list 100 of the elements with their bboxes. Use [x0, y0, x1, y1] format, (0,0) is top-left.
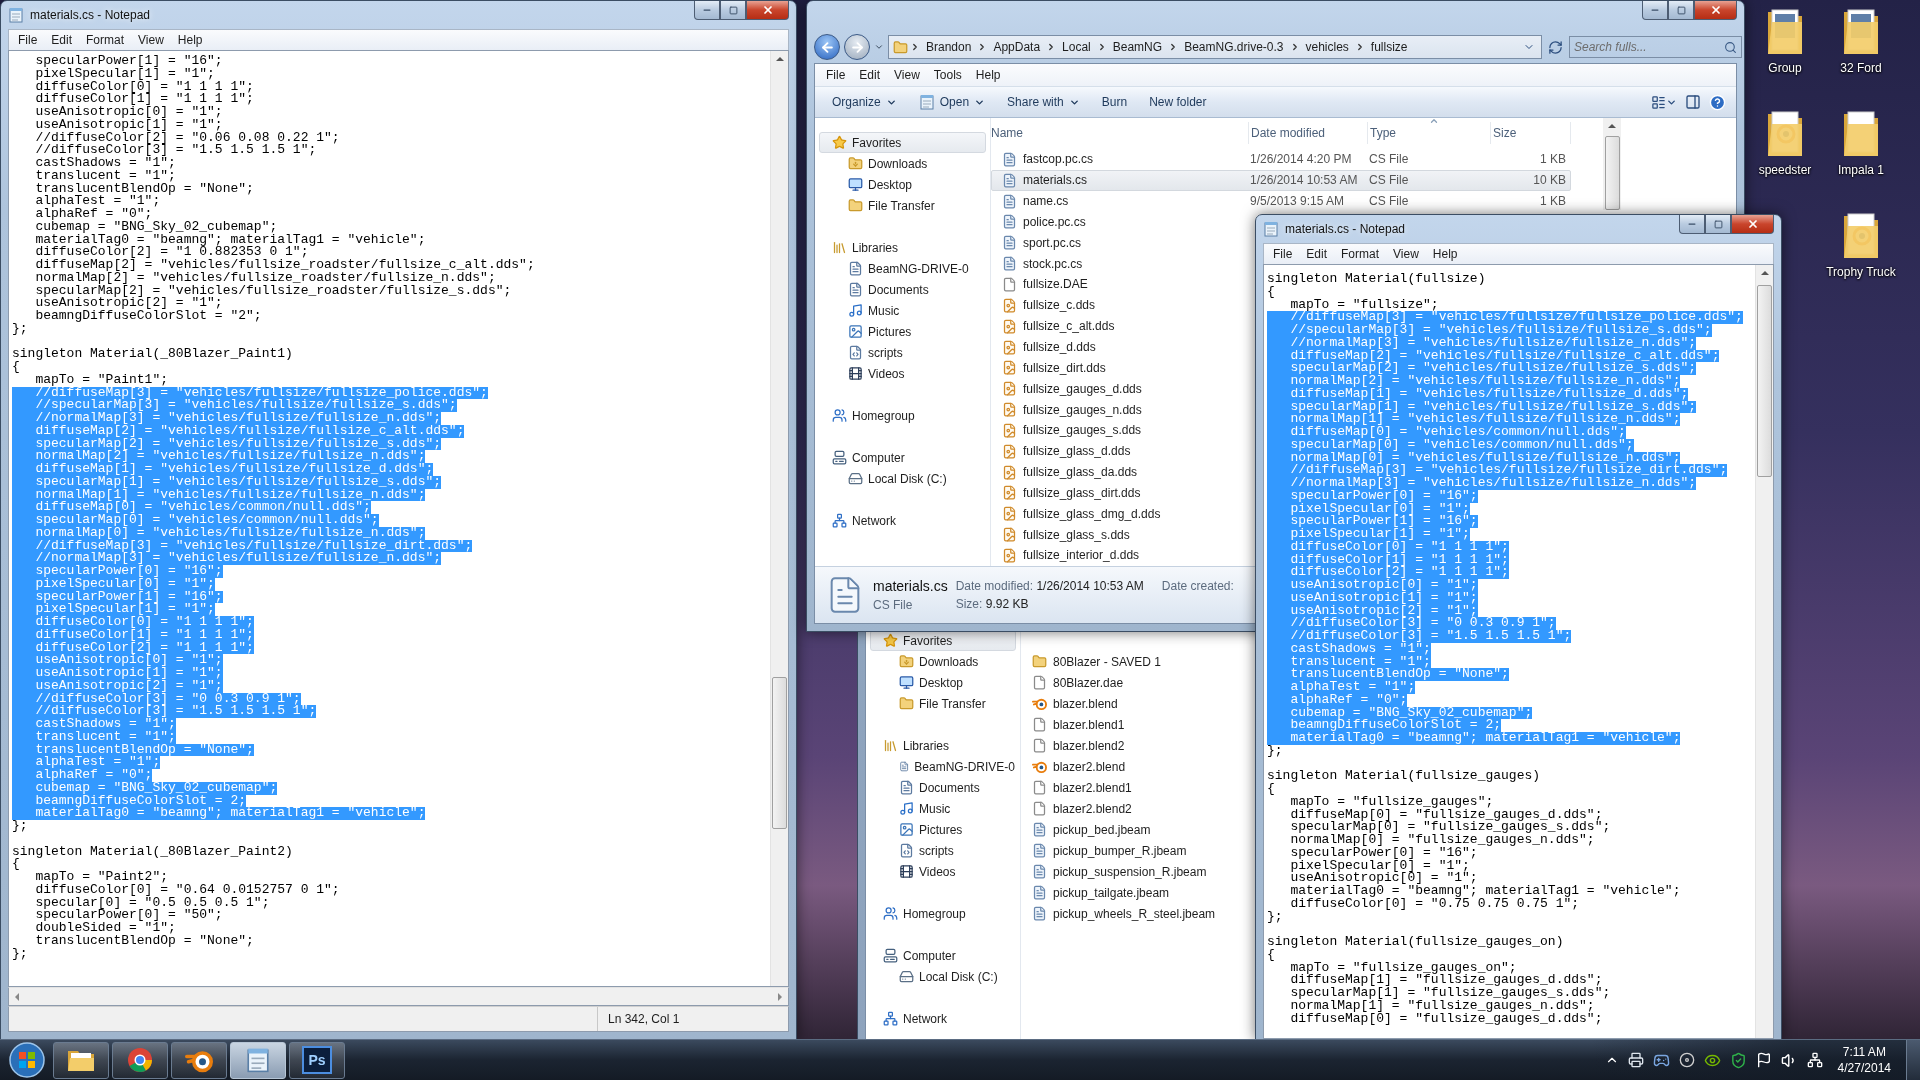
taskbar-app-button[interactable] — [230, 1041, 286, 1079]
nav-item[interactable]: Downloads — [870, 651, 1016, 672]
nav-item[interactable]: Pictures — [870, 819, 1016, 840]
taskbar-app-button[interactable]: Ps — [289, 1041, 345, 1079]
file-row[interactable]: fullsize_glass_dirt.dds — [991, 482, 1253, 504]
file-row[interactable]: fullsize_gauges_d.dds — [991, 378, 1253, 400]
desktop-shortcut[interactable]: speedster — [1747, 106, 1823, 179]
menu-item[interactable]: Help — [170, 31, 210, 49]
nav-item[interactable]: Videos — [870, 861, 1016, 882]
menu-item[interactable]: Help — [1425, 245, 1465, 263]
nav-item[interactable]: Local Disk (C:) — [870, 966, 1016, 987]
nav-item[interactable]: Computer — [870, 945, 1016, 966]
toolbar-button[interactable]: Burn — [1092, 90, 1137, 114]
nav-item[interactable]: Network — [819, 510, 986, 531]
file-row[interactable]: fullsize_interior_d.dds — [991, 545, 1253, 566]
disc-icon[interactable] — [1678, 1052, 1695, 1068]
nav-item[interactable]: Homegroup — [870, 903, 1016, 924]
toolbar-button[interactable]: Open — [909, 90, 995, 114]
toolbar-button[interactable]: New folder — [1140, 90, 1216, 114]
menu-item[interactable]: File — [11, 31, 45, 49]
breadcrumb-link[interactable]: AppData — [989, 40, 1045, 54]
nav-item[interactable]: Favorites — [819, 132, 986, 153]
file-row[interactable]: pickup_tailgate.jbeam — [1021, 882, 1251, 903]
nav-item[interactable]: BeamNG-DRIVE-0 — [870, 756, 1016, 777]
file-row[interactable]: fastcop.pc.cs 1/26/2014 4:20 PM CS File 1 KB — [991, 149, 1571, 170]
column-header[interactable]: Name — [991, 122, 1249, 144]
forward-button[interactable] — [844, 34, 870, 60]
file-row[interactable]: stock.pc.cs — [991, 253, 1253, 275]
close-button[interactable] — [746, 1, 789, 20]
file-row[interactable]: fullsize_dirt.dds — [991, 357, 1253, 379]
file-row[interactable]: blazer2.blend1 — [1021, 777, 1251, 798]
nav-item[interactable]: Desktop — [819, 174, 986, 195]
file-row[interactable]: blazer.blend2 — [1021, 735, 1251, 756]
nav-item[interactable]: Desktop — [870, 672, 1016, 693]
desktop-shortcut[interactable]: Group — [1747, 4, 1823, 77]
file-row[interactable]: police.pc.cs — [991, 211, 1253, 233]
flag-icon[interactable] — [1755, 1052, 1772, 1068]
breadcrumb-link[interactable]: vehicles — [1301, 40, 1353, 54]
nav-item[interactable]: Favorites — [870, 630, 1016, 651]
breadcrumb-link[interactable]: BeamNG — [1108, 40, 1167, 54]
nav-item[interactable]: Pictures — [819, 321, 986, 342]
file-row[interactable]: materials.cs 1/26/2014 10:53 AM CS File 10 KB — [991, 169, 1571, 191]
maximize-button[interactable] — [1705, 215, 1731, 234]
menu-item[interactable]: Format — [1334, 245, 1387, 263]
nav-item[interactable]: scripts — [870, 840, 1016, 861]
toolbar-button[interactable]: Organize — [823, 90, 906, 114]
minimize-button[interactable] — [1679, 215, 1705, 234]
file-row[interactable]: pickup_bed.jbeam — [1021, 819, 1251, 840]
nav-item[interactable]: Videos — [819, 363, 986, 384]
close-button[interactable] — [1731, 215, 1774, 234]
toolbar-button[interactable]: Share with — [998, 90, 1089, 114]
file-row[interactable]: fullsize.DAE — [991, 274, 1253, 295]
file-row[interactable]: blazer2.blend2 — [1021, 798, 1251, 819]
column-header[interactable]: Type — [1368, 122, 1491, 144]
menu-item[interactable]: Edit — [44, 31, 80, 49]
breadcrumb-link[interactable]: fullsize — [1366, 40, 1412, 54]
file-row[interactable]: blazer.blend1 — [1021, 714, 1251, 735]
menu-item[interactable]: Edit — [1299, 245, 1335, 263]
horizontal-scrollbar[interactable] — [8, 987, 789, 1006]
file-row[interactable]: 80Blazer - SAVED 1 — [1021, 651, 1251, 672]
menu-item[interactable]: Format — [79, 31, 132, 49]
file-row[interactable]: name.cs 9/5/2013 9:15 AM CS File 1 KB — [991, 190, 1571, 212]
column-header[interactable]: Date modified — [1249, 122, 1368, 144]
search-field[interactable]: Search fulls... — [1569, 36, 1742, 58]
maximize-button[interactable] — [720, 1, 746, 20]
nav-item[interactable]: Network — [870, 1008, 1016, 1029]
clock[interactable]: 7:11 AM 4/27/2014 — [1831, 1045, 1897, 1075]
nav-item[interactable]: Music — [870, 798, 1016, 819]
nav-item[interactable]: Documents — [819, 279, 986, 300]
vertical-scrollbar[interactable] — [770, 51, 788, 986]
preview-pane-button[interactable] — [1683, 94, 1703, 110]
file-row[interactable]: pickup_wheels_R_steel.jbeam — [1021, 903, 1251, 924]
file-row[interactable]: blazer.blend — [1021, 693, 1251, 714]
file-row[interactable]: fullsize_glass_d.dds — [991, 440, 1253, 462]
menu-item[interactable]: View — [887, 66, 927, 84]
menu-item[interactable]: View — [131, 31, 171, 49]
file-row[interactable]: fullsize_glass_s.dds — [991, 524, 1253, 546]
nav-item[interactable]: Libraries — [819, 237, 986, 258]
nav-item[interactable]: Local Disk (C:) — [819, 468, 986, 489]
breadcrumb-link[interactable]: Brandon — [922, 40, 976, 54]
file-row[interactable]: fullsize_d.dds — [991, 336, 1253, 358]
menu-item[interactable]: Help — [968, 66, 1008, 84]
desktop-shortcut[interactable]: Trophy Truck — [1823, 208, 1899, 281]
file-row[interactable]: fullsize_gauges_s.dds — [991, 419, 1253, 441]
file-row[interactable]: pickup_bumper_R.jbeam — [1021, 840, 1251, 861]
nav-item[interactable]: BeamNG-DRIVE-0 — [819, 258, 986, 279]
file-row[interactable]: fullsize_glass_dmg_d.dds — [991, 503, 1253, 525]
file-row[interactable]: fullsize_c_alt.dds — [991, 315, 1253, 337]
close-button[interactable] — [1694, 1, 1737, 20]
nav-item[interactable]: File Transfer — [819, 195, 986, 216]
minimize-button[interactable] — [694, 1, 720, 20]
menu-item[interactable]: File — [1266, 245, 1300, 263]
history-dropdown-icon[interactable] — [874, 42, 884, 52]
back-button[interactable] — [814, 34, 840, 60]
file-row[interactable]: fullsize_glass_da.dds — [991, 461, 1253, 483]
printer-icon[interactable] — [1627, 1052, 1644, 1068]
taskbar-app-button[interactable] — [171, 1041, 227, 1079]
address-bar[interactable]: Brandon AppData Local BeamNG BeamNG.drive-0.3 vehicles fullsize — [888, 35, 1542, 59]
menu-item[interactable]: Edit — [852, 66, 888, 84]
file-row[interactable]: sport.pc.cs — [991, 232, 1253, 254]
